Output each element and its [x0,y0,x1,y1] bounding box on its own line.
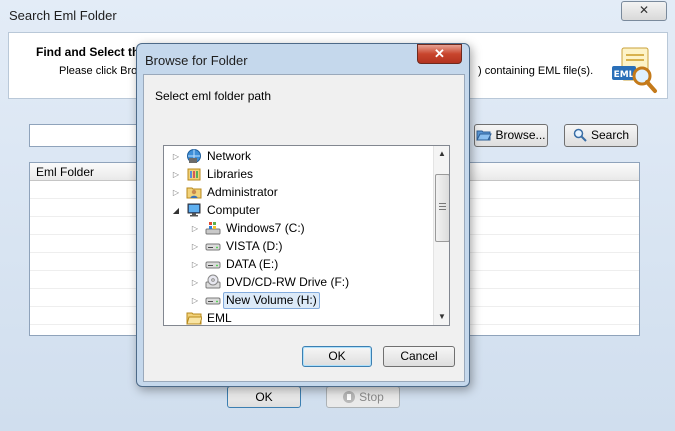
scroll-down-arrow-icon[interactable]: ▼ [434,309,449,325]
hard-drive-icon [205,261,221,269]
scroll-thumb[interactable] [435,174,449,242]
tree-item-label: DVD/CD-RW Drive (F:) [226,275,350,289]
scroll-grip-icon [439,203,446,212]
tree-item-label: DATA (E:) [226,257,279,271]
folder-open-icon [476,127,493,141]
folder-path-input[interactable] [29,124,151,147]
user-folder-icon [186,187,202,199]
tree-item-label-selected: New Volume (H:) [223,292,320,309]
browse-button[interactable]: Browse... [474,124,548,147]
dialog-ok-button[interactable]: OK [302,346,372,367]
stop-icon [342,390,356,404]
dialog-prompt: Select eml folder path [155,89,272,103]
magnifier-icon [573,128,587,142]
header-heading: Find and Select th [36,45,140,59]
expand-arrow-icon[interactable]: ▷ [191,238,199,255]
dialog-cancel-button[interactable]: Cancel [383,346,455,367]
ok-button[interactable]: OK [227,386,301,408]
dvd-drive-icon [205,274,221,289]
folder-tree[interactable]: ▷ Network ▷ Libraries ▷ Administrator ◢ … [163,145,450,326]
scroll-up-arrow-icon[interactable]: ▲ [434,146,449,162]
hard-drive-icon [205,243,221,251]
header-instruction: Please click Bro [59,65,138,77]
computer-icon [187,203,201,217]
eml-search-logo-icon: EML [612,47,657,93]
expand-arrow-icon[interactable]: ▷ [191,292,199,309]
header-instruction-tail: ) containing EML file(s). [478,65,594,77]
tree-item-label: Network [207,149,252,163]
libraries-icon [187,168,201,181]
dialog-body: Select eml folder path ▷ Network ▷ Libra… [143,74,465,382]
system-drive-icon [205,222,221,235]
tree-vertical-scrollbar[interactable]: ▲ ▼ [433,146,449,325]
browse-for-folder-dialog: Browse for Folder ✕ Select eml folder pa… [136,43,470,387]
search-label: Search [590,128,630,142]
tree-item-label: Windows7 (C:) [226,221,305,235]
browse-label: Browse... [495,128,546,142]
network-icon [187,149,201,163]
tree-item-label: VISTA (D:) [226,239,283,253]
expand-arrow-icon[interactable]: ▷ [172,148,180,165]
dialog-close-button[interactable]: ✕ [417,44,462,64]
column-header-eml-folder[interactable]: Eml Folder [36,165,94,179]
expand-arrow-icon[interactable]: ▷ [191,256,199,273]
tree-item-label: Libraries [207,167,254,181]
window-close-button[interactable]: ✕ [621,1,667,21]
folder-icon [186,312,202,325]
hard-drive-icon [205,297,221,305]
tree-item-label: Administrator [207,185,278,199]
logo-text: EML [614,70,635,80]
expand-arrow-icon[interactable]: ▷ [172,184,180,201]
expand-arrow-icon[interactable]: ▷ [191,220,199,237]
tree-item-label: EML [207,311,232,325]
tree-item-label: Computer [207,203,260,217]
expand-arrow-icon[interactable]: ▷ [172,166,180,183]
stop-label: Stop [359,390,384,404]
collapse-arrow-icon[interactable]: ◢ [172,202,180,219]
expand-arrow-icon[interactable]: ▷ [191,274,199,291]
stop-button: Stop [326,386,400,408]
dialog-title: Browse for Folder [145,53,248,68]
search-button[interactable]: Search [564,124,638,147]
window-title: Search Eml Folder [9,8,117,23]
